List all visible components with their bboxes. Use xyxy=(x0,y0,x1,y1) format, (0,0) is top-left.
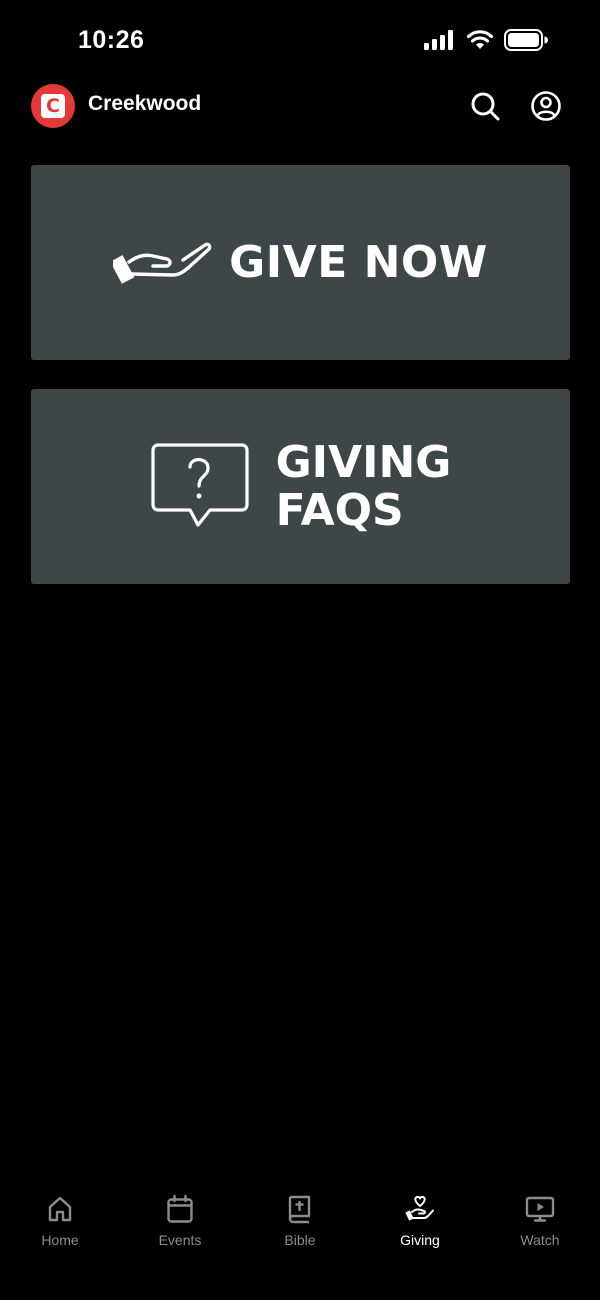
tab-home-label: Home xyxy=(41,1232,79,1248)
search-icon[interactable] xyxy=(469,90,501,122)
signal-icon xyxy=(424,30,453,50)
status-icons xyxy=(424,29,548,51)
bible-icon xyxy=(288,1195,311,1224)
question-bubble-icon xyxy=(150,442,249,527)
creekwood-logo[interactable]: C xyxy=(31,84,75,128)
tab-giving[interactable]: Giving xyxy=(360,1180,480,1270)
tab-watch-label: Watch xyxy=(520,1232,560,1248)
status-bar: 10:26 xyxy=(0,0,600,80)
profile-icon[interactable] xyxy=(530,90,562,122)
home-icon xyxy=(48,1196,72,1222)
logo-letter: C xyxy=(41,94,65,118)
giving-hand-heart-icon xyxy=(405,1195,434,1221)
giving-hand-icon xyxy=(113,242,212,284)
tab-bible[interactable]: Bible xyxy=(240,1180,360,1270)
tab-giving-label: Giving xyxy=(400,1232,440,1248)
giving-faqs-content: GIVING FAQS xyxy=(31,389,570,584)
wifi-icon xyxy=(466,30,494,49)
tab-bible-label: Bible xyxy=(284,1232,316,1248)
calendar-icon xyxy=(167,1194,193,1223)
giving-faqs-line2: FAQS xyxy=(275,484,404,536)
app-header: C Creekwood xyxy=(0,80,600,132)
giving-faqs-card[interactable]: GIVING FAQS xyxy=(31,389,570,584)
tab-bar: Home Events Bible Giving Watch xyxy=(0,1180,600,1270)
give-now-label: GIVE NOW xyxy=(229,237,488,288)
tab-events-label: Events xyxy=(158,1232,202,1248)
tab-home[interactable]: Home xyxy=(0,1180,120,1270)
watch-play-icon xyxy=(525,1196,555,1222)
app-title: Creekwood xyxy=(88,92,202,115)
tab-watch[interactable]: Watch xyxy=(480,1180,600,1270)
give-now-content: GIVE NOW xyxy=(31,165,570,360)
battery-icon xyxy=(504,29,548,51)
give-now-card[interactable]: GIVE NOW xyxy=(31,165,570,360)
tab-events[interactable]: Events xyxy=(120,1180,240,1270)
giving-faqs-label: GIVING FAQS xyxy=(275,436,452,536)
giving-faqs-line1: GIVING xyxy=(275,436,452,488)
status-time: 10:26 xyxy=(78,26,145,54)
